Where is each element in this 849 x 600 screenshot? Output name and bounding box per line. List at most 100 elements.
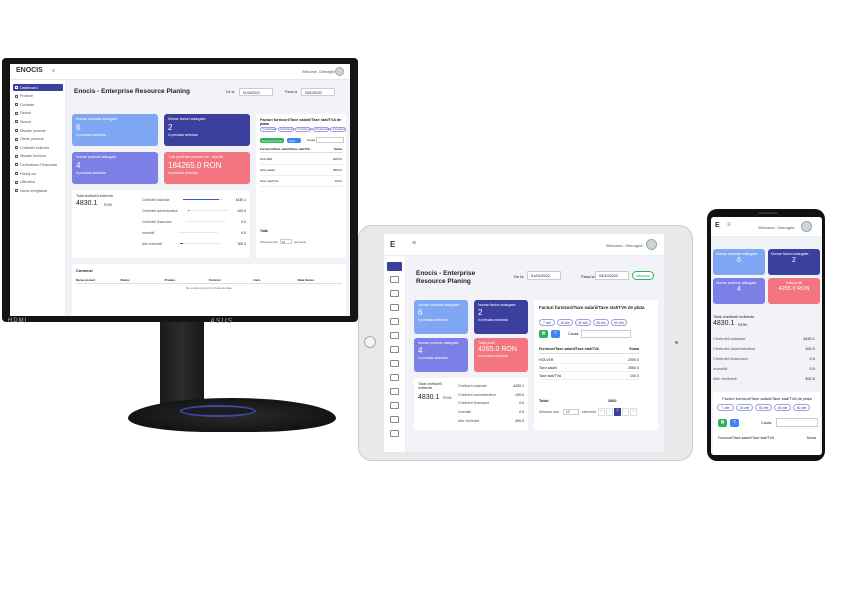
period-pill[interactable]: 45 zile — [774, 404, 791, 412]
last-page-icon[interactable]: » — [630, 408, 637, 416]
period-pill[interactable]: 7 zile — [539, 319, 555, 327]
expense-row: Cheltuieli administrative 100.0 — [458, 391, 524, 400]
show-select[interactable]: 10 — [280, 239, 292, 244]
sidebar-item[interactable]: Istoric inregistrari — [13, 187, 63, 194]
stat-label: Numar proiecte adaugate — [716, 281, 757, 285]
sidebar-item[interactable]: Centralizare Financiare — [13, 161, 63, 168]
expenses-currency: RON — [104, 203, 112, 207]
expenses-rows: Cheltuieli salariale 4430.1 Cheltuieli adm… — [713, 333, 815, 383]
grid-icon[interactable] — [387, 262, 402, 271]
period-pill[interactable]: 60 zile — [793, 404, 810, 412]
date-from-input[interactable]: 01/04/2022 — [527, 271, 561, 280]
stat-card-invoices: Numar facturi adaugate 2 In perioada sel… — [474, 300, 528, 334]
period-pill[interactable]: 30 zile — [575, 319, 591, 327]
prev-page-icon[interactable]: ‹ — [606, 408, 613, 416]
invoice-icon — [15, 111, 18, 115]
invoice-icon[interactable] — [390, 304, 399, 311]
avatar[interactable] — [801, 221, 812, 232]
period-pill[interactable]: Urmatoarele 60 zile — [330, 127, 346, 133]
page-current[interactable]: 1 — [614, 408, 621, 416]
sidebar-item[interactable]: Situatie proiecte — [13, 127, 63, 134]
expense-value: 0.0 — [809, 365, 815, 371]
stat-card-contacts: Numar contacte adaugate 6 In perioada se… — [414, 300, 468, 334]
next-page-icon[interactable]: › — [622, 408, 629, 416]
search-input[interactable] — [316, 137, 344, 143]
period-pill[interactable]: 7 zile — [717, 404, 734, 412]
sidebar-item[interactable]: Facturi — [13, 110, 63, 117]
supplier-icon[interactable] — [390, 374, 399, 381]
clock-icon[interactable] — [390, 402, 399, 409]
expense-label: Alte cheltuieli — [458, 418, 480, 423]
filter-button[interactable]: Filtre — [287, 138, 301, 143]
date-to-input[interactable]: 03/10/2022 — [301, 88, 335, 96]
date-to-input[interactable]: 03/10/2022 — [595, 271, 629, 280]
sidebar-item[interactable]: Pontaj ore — [13, 170, 63, 177]
sidebar-item[interactable]: Contacte — [13, 101, 63, 108]
export-excel-icon[interactable]: ▦ — [718, 419, 727, 427]
expense-bar-fill — [187, 209, 189, 212]
invoice-name: Taxe salarii — [539, 365, 557, 370]
filter-icon[interactable]: ▽ — [730, 419, 739, 427]
stat-label: Numar contacte adaugate — [716, 252, 758, 256]
search-label: Cauta: — [307, 138, 316, 142]
history-icon — [15, 189, 18, 193]
expense-label: Investitii — [142, 230, 155, 235]
invoices-rows: HOLVER 2000.0 Taxe salarii 2560.0 Taxe stat/… — [539, 356, 639, 380]
sidebar-item[interactable]: Cheltuieli indirecte — [13, 144, 63, 151]
sidebar-item[interactable]: Oferte proiecte — [13, 136, 63, 143]
stat-card-contacts: Numar contacte adaugate 6 In perioada se… — [72, 114, 158, 146]
show-label: Afiseaza rata — [260, 240, 278, 244]
invoices-rows: HOLVER 2000.0 Taxe salarii 2560.0 Taxe stat/… — [260, 154, 342, 187]
sidebar-item[interactable]: Proiecte — [13, 93, 63, 100]
stat-value: 6 — [737, 257, 741, 264]
period-pill[interactable]: Urmatoarele 30 zile — [295, 127, 317, 133]
export-excel-icon[interactable]: ▦ — [539, 330, 548, 338]
sidebar-item[interactable]: Stocuri — [13, 118, 63, 125]
search-input[interactable] — [776, 418, 818, 427]
supplier-icon — [15, 154, 18, 158]
show-select[interactable]: 10 — [563, 409, 579, 415]
period-pill[interactable]: Urmatoarele 7 zile — [260, 127, 281, 133]
expense-value: 100.0 — [237, 208, 247, 213]
period-pill[interactable]: 60 zile — [611, 319, 627, 327]
stat-label: Numar contacte adaugate — [76, 117, 118, 121]
first-page-icon[interactable]: « — [598, 408, 605, 416]
date-from-input[interactable]: 01/04/2022 — [239, 88, 273, 96]
sidebar-item[interactable]: Dashboard — [13, 84, 63, 91]
invoice-sum: 100.0 — [334, 179, 342, 183]
search-input[interactable] — [581, 330, 631, 338]
period-pill[interactable]: 45 zile — [593, 319, 609, 327]
offer-icon[interactable] — [390, 346, 399, 353]
menu-icon[interactable]: ≡ — [52, 68, 55, 74]
period-pill[interactable]: 30 zile — [755, 404, 772, 412]
history-icon[interactable] — [390, 430, 399, 437]
contacts-icon[interactable] — [390, 290, 399, 297]
sidebar-item[interactable]: Utilizatori — [13, 179, 63, 186]
expense-label: Cheltuieli administrative — [713, 345, 756, 351]
menu-icon[interactable]: ≡ — [727, 222, 731, 228]
period-pill[interactable]: 15 zile — [557, 319, 573, 327]
apply-button[interactable]: Afiseaza — [632, 271, 654, 280]
period-pill[interactable]: Urmatoarele 15 zile — [277, 127, 300, 133]
avatar[interactable] — [646, 239, 657, 250]
finance-icon[interactable] — [390, 388, 399, 395]
stat-sub: In perioada selectata — [478, 318, 508, 322]
folder-icon[interactable] — [390, 276, 399, 283]
expense-icon[interactable] — [390, 360, 399, 367]
sidebar-item-label: Stocuri — [20, 119, 32, 124]
stock-icon[interactable] — [390, 318, 399, 325]
sidebar-item[interactable]: Situatie furnizori — [13, 153, 63, 160]
invoice-name: Taxe stat/TVA — [260, 179, 279, 183]
tablet-home-button[interactable] — [364, 336, 376, 348]
menu-icon[interactable]: ≡ — [412, 240, 416, 247]
chart-icon[interactable] — [390, 332, 399, 339]
export-button[interactable]: Exporta in excel — [260, 138, 284, 143]
filter-icon[interactable]: ▽ — [551, 330, 560, 338]
period-pill[interactable]: 15 zile — [736, 404, 753, 412]
users-icon[interactable] — [390, 416, 399, 423]
avatar[interactable] — [335, 67, 344, 76]
expense-value: 300.0 — [237, 241, 246, 246]
period-pill[interactable]: Urmatoarele 45 zile — [312, 127, 335, 133]
expense-label: Alte cheltuieli — [713, 375, 737, 381]
folder-icon — [15, 94, 18, 98]
